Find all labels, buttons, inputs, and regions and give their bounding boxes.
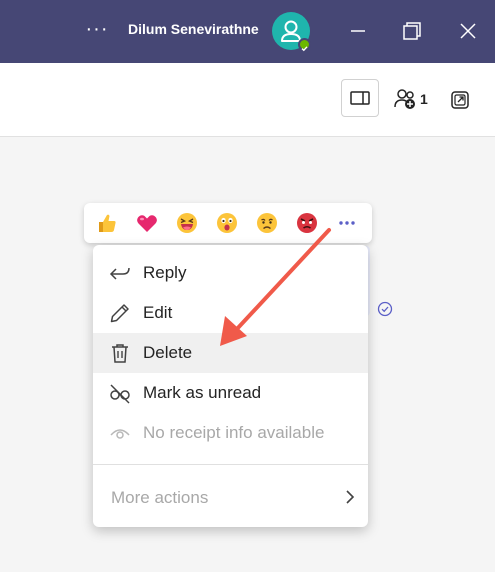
ellipsis-icon (339, 221, 355, 225)
heart-icon[interactable] (135, 211, 159, 235)
menu-item-more-actions[interactable]: More actions (111, 488, 208, 508)
sad-face-icon[interactable] (255, 211, 279, 235)
menu-item-edit[interactable]: Edit (93, 293, 368, 333)
more-options-button[interactable]: ··· (84, 19, 110, 45)
menu-item-delete[interactable]: Delete (93, 333, 368, 373)
menu-label: No receipt info available (143, 423, 325, 442)
message-context-menu: Reply Edit Delete Mark as unread No rece… (93, 245, 368, 527)
restore-button[interactable] (399, 18, 425, 44)
participants-button[interactable]: 1 (394, 88, 438, 110)
menu-item-receipt-info: No receipt info available (93, 413, 368, 453)
people-add-icon (394, 89, 415, 109)
menu-divider (93, 464, 368, 465)
thumbs-up-icon[interactable] (95, 211, 119, 235)
chat-toolbar: 1 (0, 63, 495, 137)
more-reactions-button[interactable] (335, 211, 359, 235)
minimize-button[interactable] (345, 18, 371, 44)
participants-count: 1 (420, 91, 428, 107)
restore-icon (403, 22, 421, 40)
status-badge (298, 38, 311, 52)
laughing-face-icon[interactable] (175, 211, 199, 235)
menu-item-mark-unread[interactable]: Mark as unread (93, 373, 368, 413)
menu-label: Delete (143, 343, 193, 362)
pop-out-button[interactable] (449, 89, 471, 111)
user-name: Dilum Senevirathne (128, 21, 259, 37)
eye-off-icon (110, 384, 130, 404)
trash-icon (112, 344, 128, 363)
chevron-right-icon[interactable] (343, 488, 357, 506)
eye-icon (110, 429, 130, 439)
reply-icon (109, 267, 130, 280)
menu-item-reply[interactable]: Reply (93, 253, 368, 293)
checkmark-icon (301, 46, 308, 52)
panel-icon (350, 91, 370, 105)
reaction-bar (84, 203, 372, 243)
menu-label: Edit (143, 303, 173, 322)
title-bar: ··· Dilum Senevirathne (0, 0, 495, 63)
menu-label: Mark as unread (143, 383, 262, 402)
pop-out-icon (451, 91, 469, 109)
close-icon (460, 23, 476, 39)
menu-label: Reply (143, 263, 187, 282)
close-button[interactable] (455, 18, 481, 44)
side-panel-button[interactable] (341, 79, 379, 117)
minimize-icon (351, 30, 365, 32)
sent-check-icon (377, 301, 393, 317)
angry-face-icon[interactable] (295, 211, 319, 235)
pencil-icon (110, 304, 129, 323)
surprised-face-icon[interactable] (215, 211, 239, 235)
